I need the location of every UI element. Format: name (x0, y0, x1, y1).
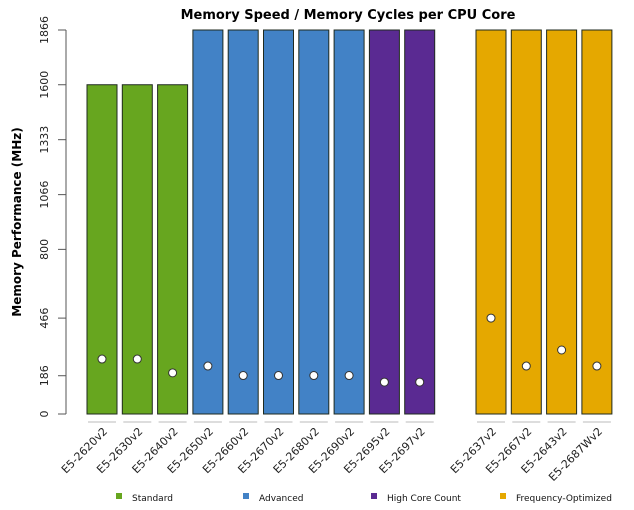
dot (203, 361, 213, 371)
dot (274, 371, 283, 381)
dot (379, 377, 389, 387)
bar (121, 84, 153, 415)
bar (263, 29, 294, 415)
dot (557, 345, 567, 355)
dot (415, 377, 425, 387)
bar (157, 84, 189, 415)
bar (333, 29, 365, 415)
y-axis: 0 186 466 800 1066 1333 1600 1866 (38, 16, 67, 418)
dot (168, 368, 178, 378)
legend: Standard Advanced High Core Count Frequency… (116, 493, 612, 504)
bar (546, 29, 578, 415)
y-tick-label: 1600 (38, 71, 51, 99)
bar (581, 29, 613, 415)
bar (368, 29, 400, 415)
dot (132, 354, 142, 364)
bars (86, 29, 613, 415)
chart-title: Memory Speed / Memory Cycles per CPU Cor… (181, 8, 516, 23)
dot (592, 361, 602, 371)
dot (521, 361, 531, 371)
dot (238, 371, 248, 381)
chart: Memory Speed / Memory Cycles per CPU Cor… (10, 8, 613, 504)
dot (344, 371, 354, 381)
legend-swatch (243, 493, 249, 499)
dot (486, 313, 496, 323)
legend-label: Advanced (259, 494, 303, 504)
y-tick-label: 1866 (38, 16, 51, 44)
y-tick-label: 186 (38, 365, 51, 386)
legend-swatch (116, 493, 122, 499)
y-tick-label: 1066 (38, 181, 51, 209)
y-tick-label: 800 (38, 239, 51, 260)
legend-label: High Core Count (387, 494, 461, 504)
bar (298, 29, 330, 415)
y-axis-label: Memory Performance (MHz) (10, 127, 24, 317)
x-axis: E5-2620v2E5-2630v2E5-2640v2E5-2650v2E5-2… (59, 421, 611, 484)
dot (97, 354, 107, 364)
legend-label: Standard (132, 494, 173, 504)
bar (404, 29, 436, 415)
dot (309, 371, 319, 381)
bar (510, 29, 542, 415)
legend-swatch (371, 493, 377, 499)
y-tick-label: 466 (38, 308, 51, 329)
bar (227, 29, 259, 415)
y-tick-label: 0 (38, 411, 51, 418)
bar (192, 29, 224, 415)
bar (86, 84, 118, 415)
legend-label: Frequency-Optimized (516, 494, 612, 504)
y-tick-label: 1333 (38, 126, 51, 154)
bar (475, 29, 507, 415)
legend-swatch (500, 493, 506, 499)
